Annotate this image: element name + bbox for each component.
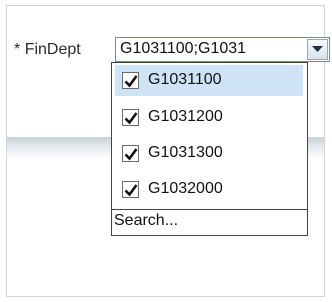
chevron-down-icon [312, 46, 323, 52]
findept-label: * FinDept [14, 41, 81, 59]
checkmark-icon [124, 148, 138, 161]
findept-combobox[interactable]: G1031100;G1031 [115, 37, 330, 62]
option-label: G1031200 [148, 108, 223, 125]
checkmark-icon [124, 75, 138, 88]
checkbox[interactable] [122, 145, 139, 162]
checkbox[interactable] [122, 72, 139, 89]
option-g1031300[interactable]: G1031300 [115, 138, 303, 169]
dropdown-toggle-button[interactable] [307, 39, 328, 60]
checkmark-icon [124, 184, 138, 197]
findept-label-text: FinDept [24, 41, 81, 58]
option-g1031100[interactable]: G1031100 [115, 65, 303, 96]
required-marker: * [14, 41, 21, 58]
checkmark-icon [124, 112, 138, 125]
findept-dropdown-list: G1031100 G1031200 G1031300 G1032000 Sear… [111, 62, 308, 236]
option-label: G1031300 [148, 144, 223, 161]
option-g1032000[interactable]: G1032000 [115, 174, 303, 205]
search-option[interactable]: Search... [112, 209, 307, 235]
checkbox[interactable] [122, 109, 139, 126]
option-g1031200[interactable]: G1031200 [115, 102, 303, 133]
option-label: G1031100 [148, 71, 222, 88]
option-label: G1032000 [148, 180, 223, 197]
findept-value: G1031100;G1031 [120, 40, 247, 57]
search-label: Search... [114, 212, 179, 229]
checkbox[interactable] [122, 181, 139, 198]
